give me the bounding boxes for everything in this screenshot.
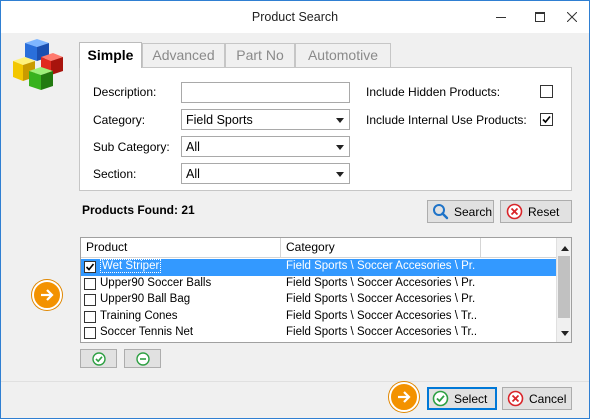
row-product: Soccer Tennis Net: [100, 326, 194, 338]
search-button[interactable]: Search: [427, 200, 494, 223]
select-button-label: Select: [454, 391, 488, 406]
row-category: Field Sports \ Soccer Accesories \ Pr...: [286, 260, 476, 272]
column-header-category[interactable]: Category: [281, 238, 481, 258]
grid-scrollbar[interactable]: [556, 238, 571, 342]
maximize-icon: [535, 12, 545, 22]
column-header-filler: [481, 238, 556, 258]
reset-button-label: Reset: [528, 204, 560, 219]
row-category: Field Sports \ Soccer Accesories \ Pr...: [286, 276, 476, 289]
column-header-product[interactable]: Product: [81, 238, 281, 258]
row-category: Field Sports \ Soccer Accesories \ Tr...: [286, 326, 476, 338]
row-product: Training Cones: [100, 309, 178, 322]
row-checkbox[interactable]: [84, 277, 96, 290]
close-icon: [567, 12, 577, 22]
checkmark-icon: [85, 263, 95, 271]
product-cubes-logo: [13, 39, 63, 90]
minus-circle-icon: [135, 351, 150, 366]
select-button[interactable]: Select: [427, 387, 497, 410]
table-row[interactable]: Soccer Tennis Net Field Sports \ Soccer …: [81, 325, 556, 342]
uncheck-all-button[interactable]: [124, 349, 161, 368]
row-product: Wet Striper: [100, 259, 162, 273]
row-checkbox[interactable]: [84, 327, 96, 339]
reset-icon: [506, 203, 523, 220]
tutorial-pointer-arrow-icon: [389, 382, 419, 412]
reset-button[interactable]: Reset: [500, 200, 572, 223]
category-label: Category:: [93, 113, 146, 127]
row-product: Upper90 Ball Bag: [100, 293, 191, 305]
grid-header: Product Category: [81, 238, 556, 258]
check-circle-icon: [432, 390, 449, 407]
chevron-down-icon: [336, 118, 344, 123]
category-select-value: Field Sports: [186, 113, 253, 127]
row-product: Upper90 Soccer Balls: [100, 276, 212, 289]
section-select[interactable]: All: [181, 163, 350, 184]
scroll-down-button[interactable]: [557, 326, 571, 342]
subcategory-label: Sub Category:: [93, 140, 170, 154]
tab-part-no[interactable]: Part No: [225, 43, 295, 67]
chevron-down-icon: [336, 145, 344, 150]
tab-advanced[interactable]: Advanced: [142, 43, 225, 67]
checkmark-icon: [542, 115, 551, 124]
triangle-down-icon: [560, 331, 569, 336]
subcategory-select[interactable]: All: [181, 136, 350, 157]
tab-automotive[interactable]: Automotive: [295, 43, 391, 67]
close-button[interactable]: [557, 1, 587, 33]
table-row[interactable]: Wet Striper Field Sports \ Soccer Acceso…: [81, 259, 556, 276]
category-select[interactable]: Field Sports: [181, 109, 350, 130]
include-internal-checkbox[interactable]: [540, 113, 553, 126]
row-category: Field Sports \ Soccer Accesories \ Pr...: [286, 293, 476, 305]
arrow-right-icon: [398, 391, 411, 403]
search-button-label: Search: [454, 204, 493, 219]
minimize-button[interactable]: [486, 1, 516, 33]
check-circle-icon: [91, 351, 106, 366]
tab-simple[interactable]: Simple: [79, 42, 142, 68]
scroll-thumb[interactable]: [558, 256, 570, 318]
check-all-button[interactable]: [80, 349, 117, 368]
cancel-button[interactable]: Cancel: [502, 387, 572, 410]
row-checkbox[interactable]: [84, 294, 96, 306]
include-hidden-label: Include Hidden Products:: [366, 85, 501, 99]
scroll-up-button[interactable]: [557, 240, 571, 256]
dialog-footer: Select Cancel: [1, 381, 589, 418]
row-category: Field Sports \ Soccer Accesories \ Tr...: [286, 309, 476, 322]
chevron-down-icon: [336, 172, 344, 177]
section-label: Section:: [93, 167, 137, 181]
dialog-content: Simple Advanced Part No Automotive Descr…: [1, 33, 589, 381]
section-select-value: All: [186, 167, 200, 181]
search-icon: [433, 204, 449, 220]
products-grid: Product Category Wet Striper Field Sport…: [80, 237, 572, 343]
product-search-window: Product Search Simple Advanced Part No A…: [0, 0, 590, 419]
subcategory-select-value: All: [186, 140, 200, 154]
table-row[interactable]: Training Cones Field Sports \ Soccer Acc…: [81, 309, 556, 326]
description-label: Description:: [93, 85, 157, 99]
maximize-button[interactable]: [525, 1, 555, 33]
cancel-button-label: Cancel: [529, 391, 567, 406]
description-field[interactable]: [181, 82, 350, 103]
table-row[interactable]: Upper90 Ball Bag Field Sports \ Soccer A…: [81, 292, 556, 309]
cancel-icon: [507, 390, 524, 407]
include-internal-label: Include Internal Use Products:: [366, 113, 527, 127]
minimize-icon: [496, 17, 506, 18]
simple-search-panel: Description: Category: Field Sports Sub …: [79, 67, 572, 191]
tutorial-pointer-arrow-icon: [32, 280, 62, 310]
arrow-right-icon: [41, 289, 54, 301]
triangle-up-icon: [560, 246, 569, 251]
row-checkbox[interactable]: [84, 261, 96, 273]
title-bar: Product Search: [1, 1, 589, 33]
products-found-count: Products Found: 21: [82, 203, 195, 217]
row-checkbox[interactable]: [84, 310, 96, 323]
include-hidden-checkbox[interactable]: [540, 85, 553, 98]
table-row[interactable]: Upper90 Soccer Balls Field Sports \ Socc…: [81, 276, 556, 293]
